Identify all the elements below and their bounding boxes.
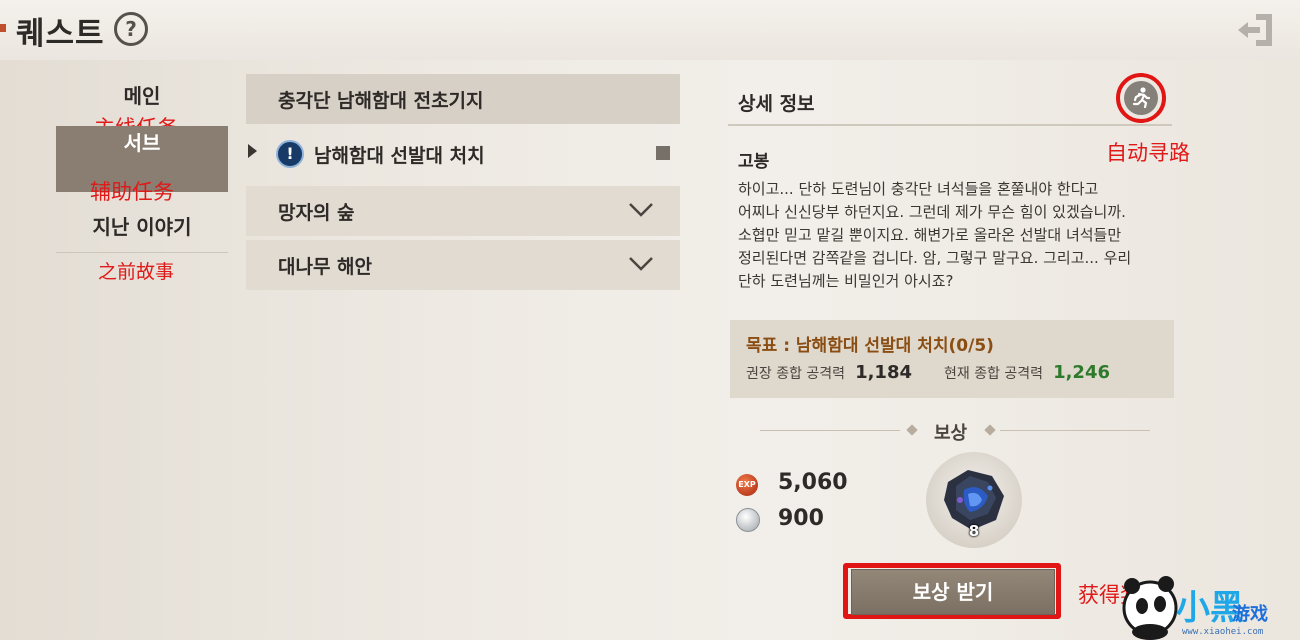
chevron-down-icon (629, 257, 653, 271)
nav-item-sub-label: 서브 (123, 131, 161, 155)
item-count: 8 (968, 522, 980, 540)
annotation-auto-path: 自动寻路 (1106, 141, 1190, 165)
watermark-logo-sub: 游戏 (1232, 604, 1268, 625)
exclamation-icon: ! (276, 140, 304, 168)
detail-title: 상세 정보 (738, 93, 815, 115)
quest-list-item[interactable]: ! 남해함대 선발대 처치 (246, 128, 680, 178)
dialog-line: 하이고... 단하 도련님이 충각단 녀석들을 혼쭐내야 한다고 (738, 180, 1099, 198)
header-bar (0, 0, 1300, 60)
reward-divider-left (760, 430, 900, 431)
exit-icon[interactable] (1234, 10, 1278, 50)
auto-path-button[interactable] (1124, 81, 1158, 115)
objective-text: 목표 : 남해함대 선발대 처치(0/5) (746, 336, 994, 356)
chevron-down-icon (629, 203, 653, 217)
watermark-url: www.xiaohei.com (1182, 627, 1264, 637)
track-checkbox[interactable] (656, 146, 670, 160)
quest-group-label: 망자의 숲 (278, 202, 355, 224)
dialog-line: 소협만 믿고 맡길 뿐이지요. 해변가로 올라온 선발대 녀석들만 (738, 226, 1122, 244)
silver-value: 900 (778, 506, 824, 531)
annotation-past-story: 之前故事 (98, 261, 175, 283)
objective-box: 목표 : 남해함대 선발대 처치(0/5) 권장 종합 공격력 1,184 현재 종… (730, 320, 1174, 398)
nav-divider (56, 252, 228, 253)
silver-coin-icon (736, 508, 760, 532)
play-arrow-icon (248, 144, 257, 158)
running-man-icon (1132, 87, 1151, 109)
help-icon[interactable]: ? (114, 12, 148, 46)
claim-reward-button[interactable]: 보상 받기 (851, 569, 1055, 615)
quest-group-header[interactable]: 망자의 숲 (246, 186, 680, 236)
recommended-power-label: 권장 종합 공격력 (746, 366, 846, 382)
current-power-value: 1,246 (1053, 362, 1110, 383)
diamond-ornament-icon (906, 424, 918, 436)
quest-group-label: 충각단 남해함대 전초기지 (278, 90, 484, 112)
reward-item-slot[interactable]: 8 (926, 452, 1022, 548)
nav-item-past-story[interactable]: 지난 이야기 (56, 210, 228, 244)
dialog-line: 정리된다면 감쪽같을 겁니다. 암, 그렇구 말구요. 그리고... 우리 (738, 249, 1132, 267)
detail-divider (728, 124, 1172, 126)
exp-value: 5,060 (778, 470, 848, 495)
page-title: 퀘스트 (16, 16, 105, 52)
quest-name: 남해함대 선발대 처치 (314, 145, 485, 167)
exp-icon: EXP (736, 474, 758, 496)
dialog-line: 단하 도련님께는 비밀인거 아시죠? (738, 272, 954, 290)
quest-group-header[interactable]: 충각단 남해함대 전초기지 (246, 74, 680, 124)
diamond-ornament-icon (984, 424, 996, 436)
dialog-line: 어찌나 신신당부 하던지요. 그런데 제가 무슨 힘이 있겠습니까. (738, 203, 1126, 221)
quest-group-header[interactable]: 대나무 해안 (246, 240, 680, 290)
reward-title: 보상 (934, 423, 968, 444)
quest-group-label: 대나무 해안 (278, 256, 373, 278)
reward-divider-right (1000, 430, 1150, 431)
annotation-sub-quest: 辅助任务 (90, 180, 174, 204)
current-power-label: 현재 종합 공격력 (944, 366, 1044, 382)
quest-dialog: 하이고... 단하 도련님이 충각단 녀석들을 혼쭐내야 한다고 어찌나 신신당… (738, 178, 1178, 293)
header-accent (0, 24, 6, 32)
recommended-power-value: 1,184 (855, 362, 912, 383)
npc-name: 고봉 (738, 152, 770, 172)
power-row: 권장 종합 공격력 1,184 현재 종합 공격력 1,246 (746, 362, 1110, 383)
